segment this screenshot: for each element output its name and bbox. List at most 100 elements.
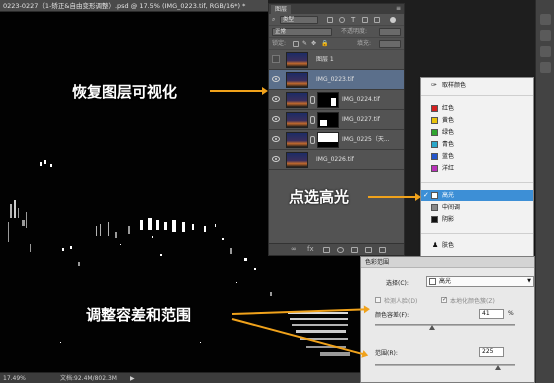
layer-row[interactable]: IMG_0224.tif: [269, 90, 404, 110]
layer-mask-thumbnail[interactable]: [317, 132, 339, 148]
chevron-down-icon: ▼: [527, 278, 531, 284]
fx-icon[interactable]: fx: [307, 245, 314, 253]
fuzziness-slider-track[interactable]: [375, 324, 515, 326]
panel-menu-icon[interactable]: ≡: [396, 5, 401, 12]
layer-name: IMG_0227.tif: [342, 116, 380, 123]
layer-name: IMG_0226.tif: [316, 156, 354, 163]
dock-icon[interactable]: [540, 30, 551, 41]
menu-item-reds[interactable]: 红色: [421, 103, 533, 114]
menu-item-sampled-colors[interactable]: ✑ 取样颜色: [421, 80, 533, 91]
menu-item-blues[interactable]: 蓝色: [421, 151, 533, 162]
lock-fill-row: 锁定: ✎ ✥ 🔒 填充:: [269, 38, 404, 50]
fuzziness-unit: %: [508, 310, 514, 317]
layer-row[interactable]: 图层 1: [269, 50, 404, 70]
fill-field[interactable]: [379, 40, 401, 48]
select-dropdown[interactable]: 高光 ▼: [426, 276, 534, 287]
tab-layers[interactable]: 图层: [271, 5, 292, 14]
layer-filter-row: ⌕ 类型 T: [269, 14, 404, 26]
gray-swatch: [431, 204, 438, 211]
visibility-toggle-off[interactable]: [272, 55, 280, 63]
menu-item-magentas[interactable]: 洋红: [421, 163, 533, 174]
link-layers-icon[interactable]: ∞: [291, 245, 297, 253]
type-filter-icon[interactable]: T: [351, 14, 355, 26]
annotation-arrow: [210, 87, 268, 95]
range-slider-thumb[interactable]: [495, 365, 502, 370]
range-label: 范围(R):: [375, 350, 398, 357]
eye-icon[interactable]: [272, 136, 280, 142]
detect-faces-label: 检测人脸(D): [384, 298, 418, 305]
range-input[interactable]: 225: [479, 347, 504, 357]
dock-icon[interactable]: [540, 46, 551, 57]
shape-filter-icon[interactable]: [362, 17, 368, 23]
menu-item-highlights[interactable]: ✓ 高光: [421, 190, 533, 201]
menu-item-label: 取样颜色: [442, 82, 467, 89]
trash-icon[interactable]: [379, 247, 386, 253]
layer-row[interactable]: IMG_0227.tif: [269, 110, 404, 130]
eye-icon[interactable]: [272, 76, 280, 82]
link-icon[interactable]: [310, 136, 315, 144]
menu-item-cyans[interactable]: 青色: [421, 139, 533, 150]
opacity-field[interactable]: [379, 28, 401, 36]
check-icon: ✓: [423, 191, 429, 199]
layers-panel: 图层 ≡ ⌕ 类型 T 正常 不透明度: 锁定: ✎ ✥ 🔒 填充: 图层 1: [268, 3, 405, 256]
annotation-adjust-tolerance: 调整容差和范围: [86, 306, 192, 324]
layer-name: IMG_0223.tif: [316, 76, 354, 83]
menu-item-yellows[interactable]: 黄色: [421, 115, 533, 126]
dialog-title[interactable]: 色彩范围: [361, 257, 534, 268]
detect-faces-checkbox[interactable]: [375, 297, 381, 303]
status-bar: 17.49% 文档:92.4M/802.3M ▶: [0, 372, 360, 383]
new-layer-icon[interactable]: [365, 247, 372, 253]
layer-row[interactable]: IMG_0225（天...: [269, 130, 404, 150]
document-tab[interactable]: 0223-0227（1-矫正&自由变形调整）.psd @ 17.5% (IMG_…: [0, 0, 268, 12]
link-icon[interactable]: [310, 96, 315, 104]
smart-object-filter-icon[interactable]: [374, 17, 380, 23]
zoom-level[interactable]: 17.49%: [3, 373, 26, 383]
eye-icon[interactable]: [272, 116, 280, 122]
menu-separator: [421, 182, 533, 183]
status-menu-arrow-icon[interactable]: ▶: [130, 373, 135, 383]
eye-icon[interactable]: [272, 156, 280, 162]
menu-item-midtones[interactable]: 中间调: [421, 202, 533, 213]
adjustment-filter-icon[interactable]: [339, 17, 345, 23]
menu-item-label: 肤色: [442, 242, 455, 249]
menu-item-greens[interactable]: 绿色: [421, 127, 533, 138]
localized-clusters-label: 本地化颜色簇(Z): [450, 298, 495, 305]
fuzziness-input[interactable]: 41: [479, 309, 504, 319]
adjustment-layer-icon[interactable]: [337, 247, 344, 253]
lock-position-icon[interactable]: ✥: [311, 38, 316, 50]
filter-toggle-icon[interactable]: [390, 17, 396, 23]
document-info[interactable]: 文档:92.4M/802.3M: [60, 373, 117, 383]
layer-thumbnail: [286, 132, 308, 148]
select-dropdown-value: 高光: [439, 278, 452, 285]
lock-label: 锁定:: [272, 40, 287, 47]
eye-icon[interactable]: [272, 96, 280, 102]
blend-opacity-row: 正常 不透明度:: [269, 26, 404, 38]
fuzziness-slider-thumb[interactable]: [429, 325, 436, 330]
menu-item-label: 中间调: [442, 204, 461, 211]
person-icon: ♟: [432, 241, 439, 249]
blend-mode-select[interactable]: 正常: [272, 28, 332, 36]
search-icon: ⌕: [272, 16, 276, 23]
layer-mask-thumbnail[interactable]: [317, 112, 339, 128]
menu-item-shadows[interactable]: 阴影: [421, 214, 533, 225]
folder-icon[interactable]: [351, 247, 358, 253]
layer-thumbnail: [286, 72, 308, 88]
lock-all-icon[interactable]: 🔒: [321, 38, 328, 50]
lock-transparent-icon[interactable]: [293, 41, 299, 47]
add-mask-icon[interactable]: [323, 247, 330, 253]
dock-icon[interactable]: [540, 14, 551, 25]
menu-item-skin-tones[interactable]: ♟ 肤色: [421, 240, 533, 251]
pixel-filter-icon[interactable]: [327, 17, 333, 23]
localized-clusters-checkbox[interactable]: [441, 296, 447, 303]
layer-row[interactable]: IMG_0223.tif: [269, 70, 404, 90]
link-icon[interactable]: [310, 116, 315, 124]
menu-item-label: 红色: [442, 105, 455, 112]
lock-paint-icon[interactable]: ✎: [302, 38, 307, 50]
layer-mask-thumbnail[interactable]: [317, 92, 339, 108]
dock-icon[interactable]: [540, 62, 551, 73]
fuzziness-label: 颜色容差(F):: [375, 312, 410, 319]
range-slider-track[interactable]: [375, 364, 515, 366]
layer-thumbnail: [286, 112, 308, 128]
filter-kind-select[interactable]: 类型: [280, 16, 318, 24]
layer-row[interactable]: IMG_0226.tif: [269, 150, 404, 170]
